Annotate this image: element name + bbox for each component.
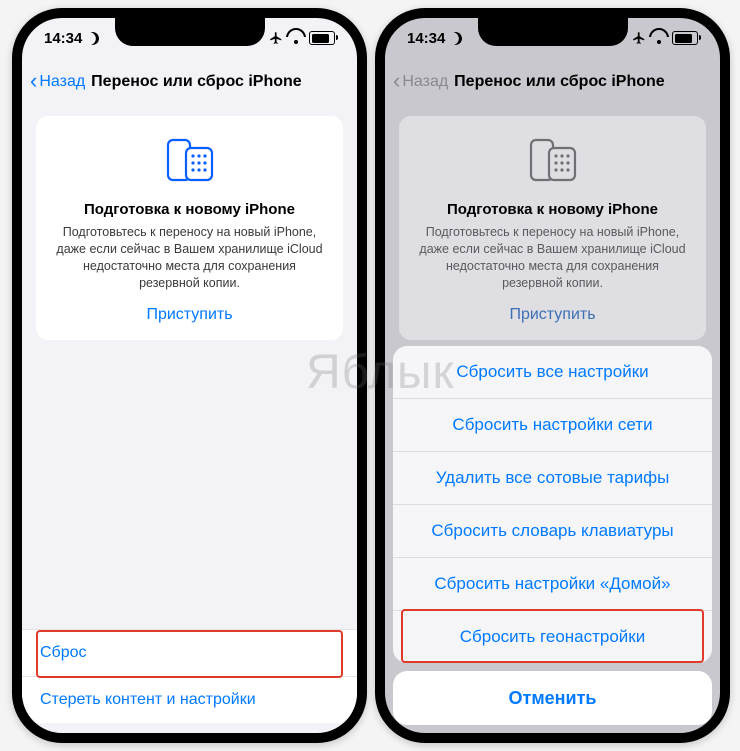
notch <box>478 18 628 46</box>
sheet-reset-network[interactable]: Сбросить настройки сети <box>393 398 712 451</box>
status-time: 14:34 <box>407 30 445 47</box>
back-button: ‹ Назад <box>393 70 448 94</box>
action-sheet-group: Сбросить все настройки Сбросить настройк… <box>393 346 712 663</box>
options-list: Сброс Стереть контент и настройки <box>22 629 357 723</box>
back-button[interactable]: ‹ Назад <box>30 70 85 94</box>
device-left: 14:34 ‹ Назад Перенос или сброс iPhone <box>12 8 367 743</box>
chevron-left-icon: ‹ <box>393 68 400 94</box>
sheet-remove-cellular[interactable]: Удалить все сотовые тарифы <box>393 451 712 504</box>
nav-bar: ‹ Назад Перенос или сброс iPhone <box>22 60 357 104</box>
sheet-reset-home[interactable]: Сбросить настройки «Домой» <box>393 557 712 610</box>
get-started-button: Приступить <box>415 306 690 324</box>
screen-left: 14:34 ‹ Назад Перенос или сброс iPhone <box>22 18 357 733</box>
reset-row[interactable]: Сброс <box>22 629 357 676</box>
notch <box>115 18 265 46</box>
card-description: Подготовьтесь к переносу на новый iPhone… <box>52 224 327 292</box>
device-right: 14:34 ‹ Назад Перенос или сброс iPhone <box>375 8 730 743</box>
screen-right: 14:34 ‹ Назад Перенос или сброс iPhone <box>385 18 720 733</box>
prepare-card: Подготовка к новому iPhone Подготовьтесь… <box>36 116 343 340</box>
battery-icon <box>309 31 335 45</box>
back-label: Назад <box>39 73 85 91</box>
sheet-cancel-button[interactable]: Отменить <box>393 671 712 725</box>
sheet-reset-all[interactable]: Сбросить все настройки <box>393 346 712 398</box>
battery-icon <box>672 31 698 45</box>
status-time: 14:34 <box>44 30 82 47</box>
do-not-disturb-icon <box>85 30 102 47</box>
sheet-reset-keyboard[interactable]: Сбросить словарь клавиатуры <box>393 504 712 557</box>
airplane-mode-icon <box>632 31 646 45</box>
prepare-card: Подготовка к новому iPhone Подготовьтесь… <box>399 116 706 340</box>
erase-row[interactable]: Стереть контент и настройки <box>22 676 357 723</box>
erase-label: Стереть контент и настройки <box>40 691 256 709</box>
airplane-mode-icon <box>269 31 283 45</box>
card-description: Подготовьтесь к переносу на новый iPhone… <box>415 224 690 292</box>
back-label: Назад <box>402 73 448 91</box>
card-title: Подготовка к новому iPhone <box>415 201 690 218</box>
sheet-reset-location[interactable]: Сбросить геонастройки <box>393 610 712 663</box>
page-title: Перенос или сброс iPhone <box>91 73 302 91</box>
card-title: Подготовка к новому iPhone <box>52 201 327 218</box>
action-sheet: Сбросить все настройки Сбросить настройк… <box>393 346 712 725</box>
wifi-icon <box>288 32 304 44</box>
get-started-button[interactable]: Приступить <box>52 306 327 324</box>
devices-icon <box>162 138 218 187</box>
reset-label: Сброс <box>40 644 87 662</box>
chevron-left-icon: ‹ <box>30 68 37 94</box>
page-title: Перенос или сброс iPhone <box>454 73 665 91</box>
nav-bar: ‹ Назад Перенос или сброс iPhone <box>385 60 720 104</box>
wifi-icon <box>651 32 667 44</box>
do-not-disturb-icon <box>448 30 465 47</box>
devices-icon <box>525 138 581 187</box>
